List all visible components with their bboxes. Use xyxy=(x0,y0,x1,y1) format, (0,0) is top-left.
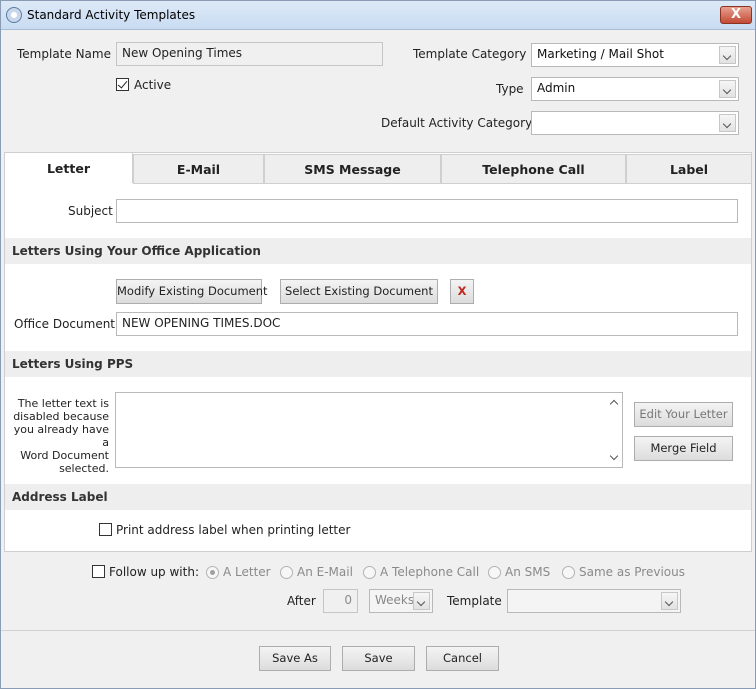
tab-telephone-call[interactable]: Telephone Call xyxy=(441,154,626,184)
radio-telephone-call[interactable] xyxy=(363,566,376,579)
type-value: Admin xyxy=(537,81,576,95)
type-label: Type xyxy=(496,82,524,96)
pps-section-header: Letters Using PPS xyxy=(5,351,751,377)
type-select[interactable]: Admin xyxy=(531,77,739,101)
template-category-select[interactable]: Marketing / Mail Shot xyxy=(531,43,739,67)
modify-document-button[interactable]: Modify Existing Document xyxy=(116,279,268,304)
office-document-label: Office Document xyxy=(14,317,116,331)
note-line: selected. xyxy=(59,462,109,475)
footer-divider xyxy=(1,630,755,631)
remove-document-button[interactable]: X xyxy=(450,279,474,304)
office-document-input[interactable]: NEW OPENING TIMES.DOC xyxy=(116,312,738,336)
radio-an-sms-label: An SMS xyxy=(505,565,551,579)
select-document-button[interactable]: Select Existing Document xyxy=(280,279,438,304)
tab-sms-message[interactable]: SMS Message xyxy=(264,154,441,184)
merge-field-button[interactable]: Merge Field xyxy=(634,436,733,461)
chevron-down-icon[interactable] xyxy=(413,592,430,610)
note-line: disabled because xyxy=(13,410,109,423)
chevron-down-icon[interactable] xyxy=(661,592,678,610)
chevron-down-icon[interactable] xyxy=(719,46,736,64)
template-name-input[interactable]: New Opening Times xyxy=(116,42,383,66)
close-button[interactable]: X xyxy=(720,6,752,24)
note-line: you already have a xyxy=(13,423,109,449)
subject-input[interactable] xyxy=(116,199,738,223)
letter-text-area[interactable] xyxy=(115,392,623,468)
save-as-button[interactable]: Save As xyxy=(259,646,331,671)
radio-an-email-label: An E-Mail xyxy=(297,565,353,579)
subject-label: Subject xyxy=(68,204,113,218)
active-checkbox[interactable] xyxy=(116,78,129,91)
chevron-down-icon[interactable] xyxy=(719,80,736,98)
after-value-input[interactable]: 0 xyxy=(323,589,358,613)
follow-up-label: Follow up with: xyxy=(109,565,199,579)
cancel-button[interactable]: Cancel xyxy=(426,646,499,671)
save-button[interactable]: Save xyxy=(342,646,415,671)
pps-disabled-note: The letter text is disabled because you … xyxy=(9,397,109,475)
template-category-value: Marketing / Mail Shot xyxy=(537,47,664,61)
radio-same-as-previous[interactable] xyxy=(562,566,575,579)
radio-same-as-previous-label: Same as Previous xyxy=(579,565,685,579)
default-activity-category-select[interactable] xyxy=(531,111,739,135)
template-name-label: Template Name xyxy=(17,47,111,61)
unit-value: Weeks xyxy=(375,593,415,607)
address-label-section-header: Address Label xyxy=(5,484,751,510)
note-line: Word Document xyxy=(20,449,109,462)
after-label: After xyxy=(287,594,316,608)
tab-label[interactable]: Label xyxy=(626,154,752,184)
default-activity-category-label: Default Activity Category xyxy=(381,116,533,130)
tab-letter[interactable]: Letter xyxy=(4,152,133,183)
edit-letter-button[interactable]: Edit Your Letter xyxy=(634,402,733,427)
note-line: The letter text is xyxy=(17,397,109,410)
radio-an-sms[interactable] xyxy=(488,566,501,579)
office-section-header: Letters Using Your Office Application xyxy=(5,238,751,264)
followup-template-select[interactable] xyxy=(507,589,681,613)
window-title: Standard Activity Templates xyxy=(27,8,196,22)
radio-telephone-call-label: A Telephone Call xyxy=(380,565,480,579)
template-category-label: Template Category xyxy=(413,47,527,61)
template-label: Template xyxy=(447,594,502,608)
active-label: Active xyxy=(134,78,172,92)
tab-email[interactable]: E-Mail xyxy=(133,154,264,184)
dialog-window: Standard Activity Templates X Template N… xyxy=(0,0,756,689)
scroll-up-icon[interactable] xyxy=(609,397,619,407)
app-icon xyxy=(6,7,22,23)
chevron-down-icon[interactable] xyxy=(719,114,736,132)
radio-a-letter[interactable] xyxy=(206,566,219,579)
radio-an-email[interactable] xyxy=(280,566,293,579)
title-bar[interactable]: Standard Activity Templates X xyxy=(1,1,755,30)
print-address-checkbox[interactable] xyxy=(99,523,112,536)
scroll-down-icon[interactable] xyxy=(609,453,619,463)
unit-select[interactable]: Weeks xyxy=(369,589,433,613)
follow-up-checkbox[interactable] xyxy=(92,565,105,578)
print-address-label: Print address label when printing letter xyxy=(116,523,351,537)
radio-a-letter-label: A Letter xyxy=(223,565,271,579)
